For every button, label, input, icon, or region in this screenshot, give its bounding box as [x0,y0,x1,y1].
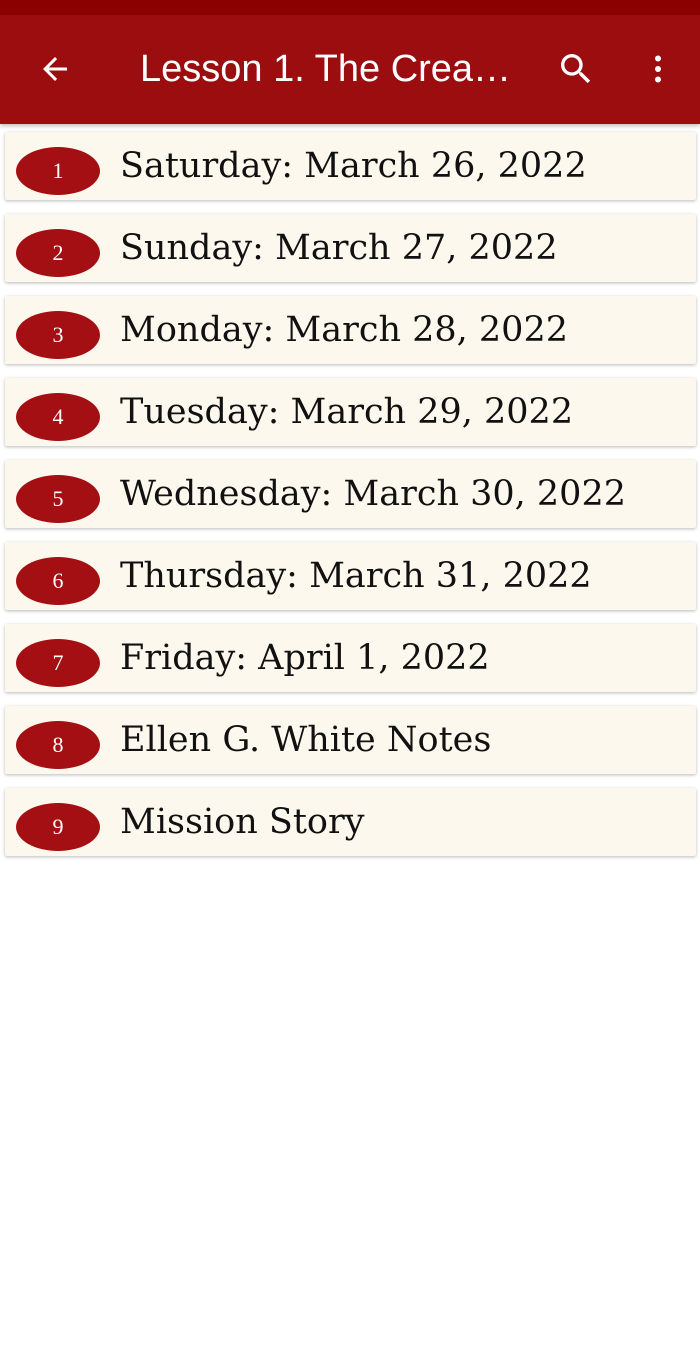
item-label: Thursday: March 31, 2022 [120,556,592,596]
item-label: Wednesday: March 30, 2022 [120,474,626,514]
item-number-badge: 9 [16,803,100,851]
status-bar [0,0,700,15]
item-number-badge: 3 [16,311,100,359]
item-label: Monday: March 28, 2022 [120,310,568,350]
item-label: Saturday: March 26, 2022 [120,146,587,186]
list-item-egw-notes[interactable]: 8 Ellen G. White Notes [5,706,696,774]
search-button[interactable] [548,41,604,97]
list-item-monday[interactable]: 3 Monday: March 28, 2022 [5,296,696,364]
list-item-sunday[interactable]: 2 Sunday: March 27, 2022 [5,214,696,282]
item-label: Sunday: March 27, 2022 [120,228,558,268]
list-item-thursday[interactable]: 6 Thursday: March 31, 2022 [5,542,696,610]
search-icon [561,54,591,84]
list-item-mission-story[interactable]: 9 Mission Story [5,788,696,856]
item-label: Friday: April 1, 2022 [120,638,490,678]
item-label: Tuesday: March 29, 2022 [120,392,574,432]
list-item-saturday[interactable]: 1 Saturday: March 26, 2022 [5,132,696,200]
item-number-badge: 2 [16,229,100,277]
item-number-badge: 1 [16,147,100,195]
item-number-badge: 8 [16,721,100,769]
back-button[interactable] [20,41,90,97]
arrow-left-icon [43,57,67,81]
page-title: Lesson 1. The Crea… [140,48,512,90]
item-label: Mission Story [120,802,365,842]
app-bar: Lesson 1. The Crea… [0,15,700,124]
more-vertical-icon [655,55,661,83]
item-number-badge: 4 [16,393,100,441]
item-number-badge: 5 [16,475,100,523]
lesson-day-list: 1 Saturday: March 26, 2022 2 Sunday: Mar… [0,124,700,856]
list-item-tuesday[interactable]: 4 Tuesday: March 29, 2022 [5,378,696,446]
list-item-wednesday[interactable]: 5 Wednesday: March 30, 2022 [5,460,696,528]
item-number-badge: 7 [16,639,100,687]
more-options-button[interactable] [632,41,684,97]
item-number-badge: 6 [16,557,100,605]
list-item-friday[interactable]: 7 Friday: April 1, 2022 [5,624,696,692]
item-label: Ellen G. White Notes [120,720,492,760]
